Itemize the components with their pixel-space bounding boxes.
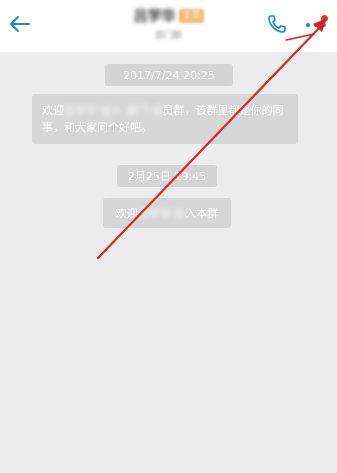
annotation-arrow-line xyxy=(99,27,320,257)
annotation-arrows xyxy=(96,18,327,260)
annotation-arrowhead xyxy=(313,18,327,32)
